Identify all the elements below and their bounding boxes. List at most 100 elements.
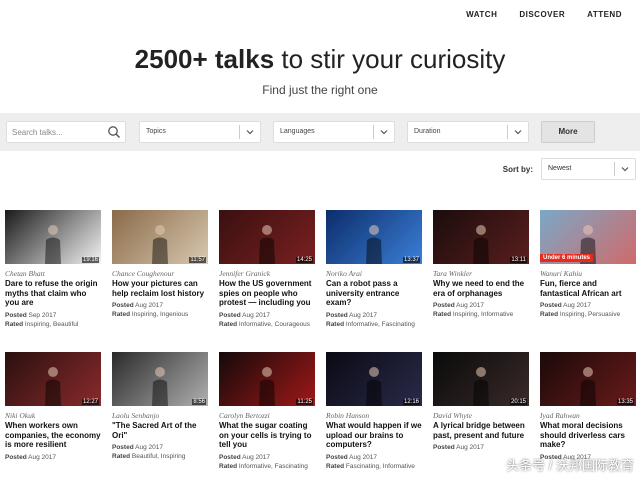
sort-row: Sort by: Newest bbox=[503, 158, 636, 180]
talk-thumbnail[interactable]: 8:56 bbox=[112, 352, 208, 406]
talk-title[interactable]: What would happen if we upload our brain… bbox=[326, 421, 422, 450]
talk-title[interactable]: Fun, fierce and fantastical African art bbox=[540, 279, 636, 298]
duration-badge: 12:16 bbox=[402, 399, 420, 405]
page-title: 2500+ talks to stir your curiosity bbox=[0, 44, 640, 75]
divider bbox=[507, 125, 508, 139]
divider bbox=[239, 125, 240, 139]
talk-card[interactable]: 8:56 Laolu Senbanjo "The Sacred Art of the… bbox=[112, 352, 208, 478]
talk-title[interactable]: A lyrical bridge between past, present a… bbox=[433, 421, 529, 440]
speaker-silhouette-icon bbox=[259, 367, 275, 406]
talk-card[interactable]: Under 6 minutes Wanuri Kahiu Fun, fierce a… bbox=[540, 210, 636, 344]
talk-thumbnail[interactable]: 12:16 bbox=[326, 352, 422, 406]
talk-thumbnail[interactable]: 19:16 bbox=[5, 210, 101, 264]
posted-label: Posted bbox=[219, 453, 241, 461]
rated-label: Rated bbox=[326, 462, 345, 470]
divider bbox=[614, 162, 615, 176]
talk-card[interactable]: 12:27 Niki Okuk When workers own companies… bbox=[5, 352, 101, 478]
nav-watch[interactable]: WATCH bbox=[466, 10, 497, 19]
talk-card[interactable]: 13:11 Tara Winkler Why we need to end the … bbox=[433, 210, 529, 344]
talk-meta: Posted Aug 2017 Rated Inspiring, Ingeniou… bbox=[112, 301, 208, 319]
talk-thumbnail[interactable]: 13:35 bbox=[540, 352, 636, 406]
topics-label: Topics bbox=[146, 128, 166, 135]
languages-select[interactable]: Languages bbox=[273, 121, 395, 143]
posted-label: Posted bbox=[326, 453, 348, 461]
talk-title[interactable]: How the US government spies on people wh… bbox=[219, 279, 315, 308]
talk-thumbnail[interactable]: 12:27 bbox=[5, 352, 101, 406]
rated-value: Inspiring, Informative bbox=[452, 311, 514, 318]
posted-date: Aug 2017 bbox=[242, 311, 270, 319]
duration-badge: 12:27 bbox=[81, 399, 99, 405]
talk-title[interactable]: "The Sacred Art of the Ori" bbox=[112, 421, 208, 440]
talk-thumbnail[interactable]: 14:25 bbox=[219, 210, 315, 264]
rated-line: Rated Inspiring, Persuasive bbox=[540, 310, 636, 319]
speaker-silhouette-icon bbox=[473, 225, 489, 264]
talk-title[interactable]: What the sugar coating on your cells is … bbox=[219, 421, 315, 450]
talk-meta: Posted Aug 2017 Rated Informative, Courag… bbox=[219, 311, 315, 329]
talk-card[interactable]: 11:25 Carolyn Bertozzi What the sugar coat… bbox=[219, 352, 315, 478]
search-input[interactable] bbox=[7, 122, 107, 143]
talk-meta: Posted Aug 2017 Rated Inspiring, Informat… bbox=[433, 301, 529, 319]
talk-card[interactable]: 19:16 Chetan Bhatt Dare to refuse the orig… bbox=[5, 210, 101, 344]
more-filters-button[interactable]: More bbox=[541, 121, 595, 143]
speaker-silhouette-icon bbox=[580, 367, 596, 406]
duration-select[interactable]: Duration bbox=[407, 121, 529, 143]
talk-thumbnail[interactable]: 20:15 bbox=[433, 352, 529, 406]
posted-line: Posted Aug 2017 bbox=[5, 453, 101, 462]
rated-line: Rated Informative, Fascinating bbox=[219, 462, 315, 471]
nav-attend[interactable]: ATTEND bbox=[587, 10, 622, 19]
talk-thumbnail[interactable]: 13:37 bbox=[326, 210, 422, 264]
posted-label: Posted bbox=[326, 311, 348, 319]
rated-value: Inspiring, Beautiful bbox=[24, 320, 79, 328]
search-box bbox=[6, 121, 126, 143]
talk-grid: 19:16 Chetan Bhatt Dare to refuse the orig… bbox=[5, 210, 640, 478]
topics-select[interactable]: Topics bbox=[139, 121, 261, 143]
talk-thumbnail[interactable]: Under 6 minutes bbox=[540, 210, 636, 264]
page-title-bold: 2500+ talks bbox=[134, 44, 275, 74]
talk-card[interactable]: 11:57 Chance Coughenour How your pictures … bbox=[112, 210, 208, 344]
chevron-down-icon bbox=[514, 130, 522, 135]
short-talk-badge: Under 6 minutes bbox=[540, 254, 594, 262]
posted-date: Aug 2017 bbox=[135, 302, 163, 309]
talk-thumbnail[interactable]: 11:25 bbox=[219, 352, 315, 406]
posted-label: Posted bbox=[5, 453, 27, 461]
posted-date: Aug 2017 bbox=[456, 444, 484, 451]
sort-label: Sort by: bbox=[502, 164, 533, 174]
talk-thumbnail[interactable]: 13:11 bbox=[433, 210, 529, 264]
talk-speaker: Chance Coughenour bbox=[112, 269, 175, 278]
sort-select[interactable]: Newest bbox=[541, 158, 636, 180]
hero: 2500+ talks to stir your curiosity Find … bbox=[0, 44, 640, 97]
posted-line: Posted Aug 2017 bbox=[433, 443, 529, 452]
rated-label: Rated bbox=[5, 320, 24, 328]
rated-value: Inspiring, Ingenious bbox=[131, 311, 189, 318]
rated-value: Fascinating, Informative bbox=[345, 462, 415, 470]
posted-line: Posted Aug 2017 bbox=[219, 453, 315, 462]
search-icon[interactable] bbox=[107, 125, 121, 139]
rated-label: Rated bbox=[219, 462, 238, 470]
filter-bar: Topics Languages Duration More bbox=[0, 113, 640, 151]
duration-badge: 13:37 bbox=[402, 257, 420, 263]
duration-badge: 13:11 bbox=[510, 257, 527, 263]
talk-card[interactable]: 14:25 Jennifer Granick How the US governme… bbox=[219, 210, 315, 344]
talk-title[interactable]: How your pictures can help reclaim lost … bbox=[112, 279, 208, 298]
duration-badge: 8:56 bbox=[192, 399, 206, 405]
talk-title[interactable]: When workers own companies, the economy … bbox=[5, 421, 101, 450]
talk-meta: Posted Aug 2017 Rated Informative, Fascin… bbox=[326, 311, 422, 329]
talk-thumbnail[interactable]: 11:57 bbox=[112, 210, 208, 264]
languages-label: Languages bbox=[280, 128, 315, 135]
rated-value: Inspiring, Persuasive bbox=[559, 311, 621, 318]
talk-title[interactable]: Why we need to end the era of orphanages bbox=[433, 279, 529, 298]
posted-date: Aug 2017 bbox=[456, 302, 484, 309]
speaker-silhouette-icon bbox=[45, 367, 61, 406]
talk-meta: Posted Aug 2017 Rated Fascinating, Inform… bbox=[326, 453, 422, 471]
talk-title[interactable]: Can a robot pass a university entrance e… bbox=[326, 279, 422, 308]
rated-label: Rated bbox=[112, 311, 131, 318]
nav-discover[interactable]: DISCOVER bbox=[519, 10, 565, 19]
posted-date: Aug 2017 bbox=[242, 453, 270, 461]
talk-title[interactable]: Dare to refuse the origin myths that cla… bbox=[5, 279, 101, 308]
posted-label: Posted bbox=[112, 444, 134, 451]
posted-line: Posted Aug 2017 bbox=[433, 301, 529, 310]
talk-title[interactable]: What moral decisions should driverless c… bbox=[540, 421, 636, 450]
posted-line: Posted Aug 2017 bbox=[326, 453, 422, 462]
talk-card[interactable]: 12:16 Robin Hanson What would happen if we… bbox=[326, 352, 422, 478]
talk-card[interactable]: 13:37 Noriko Arai Can a robot pass a unive… bbox=[326, 210, 422, 344]
